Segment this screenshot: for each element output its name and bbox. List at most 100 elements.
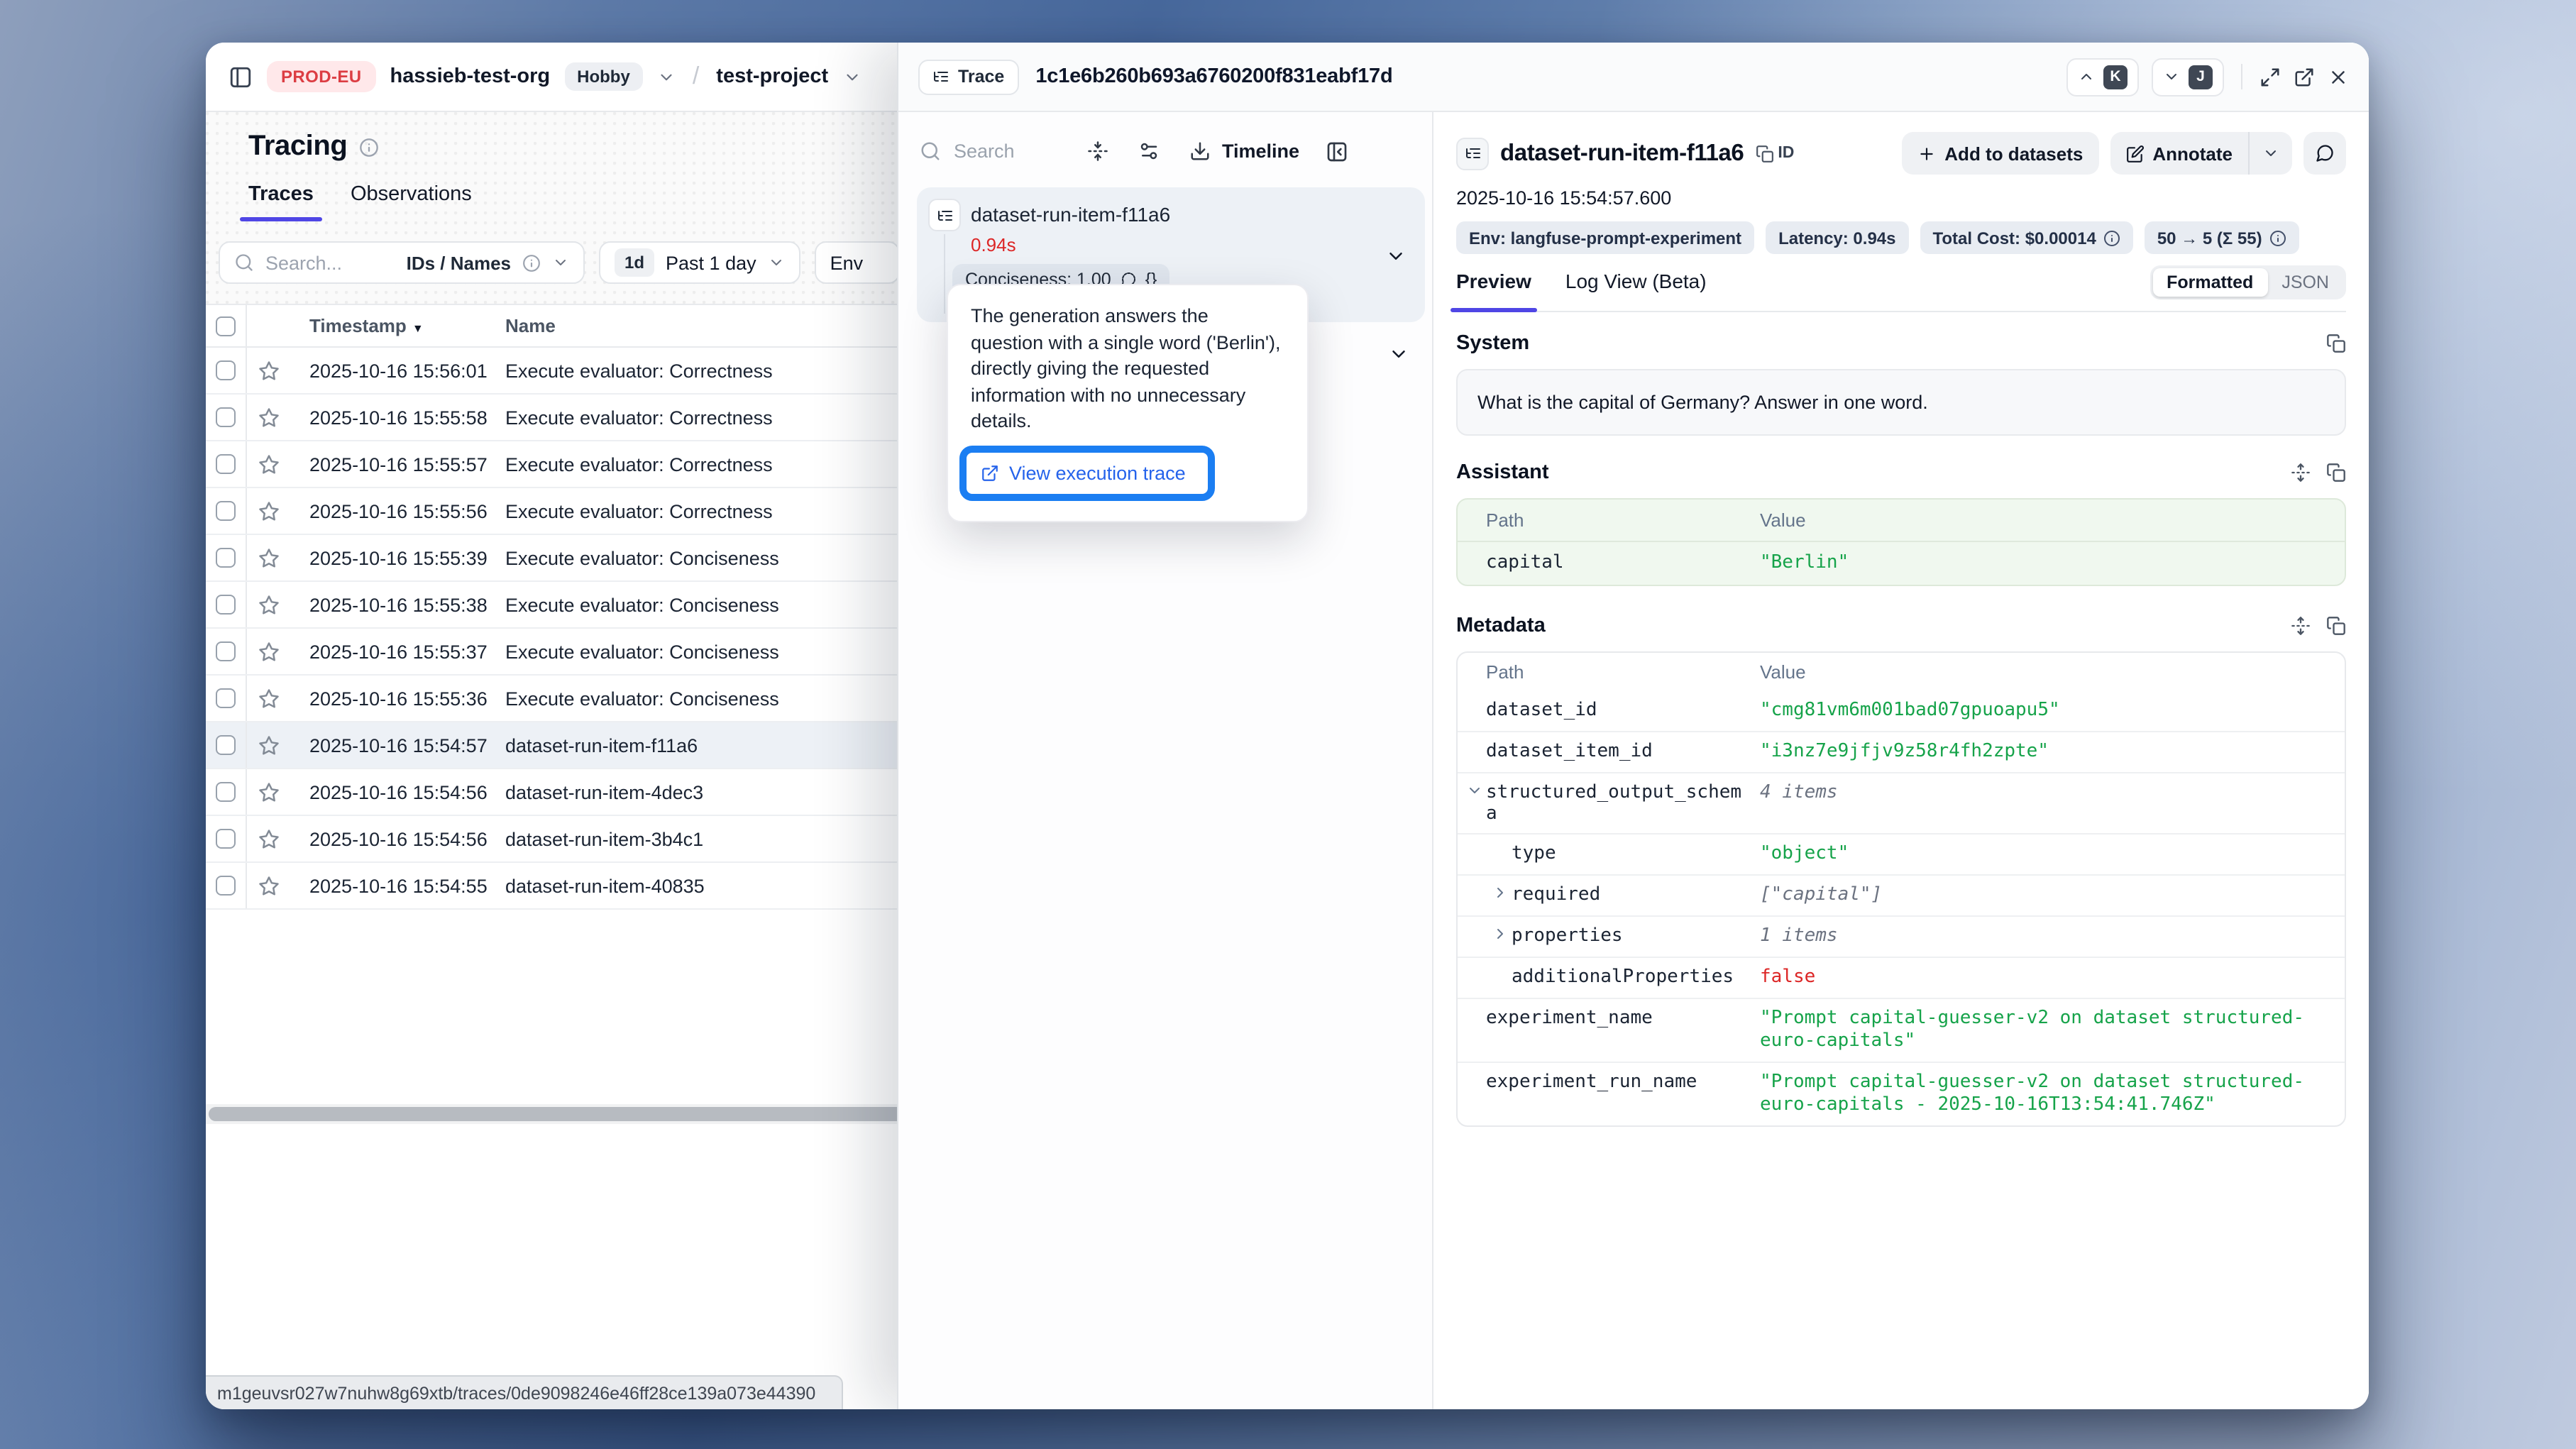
row-checkbox[interactable] xyxy=(206,676,247,721)
search-icon xyxy=(920,141,941,162)
annotate-dropdown-chevron-icon[interactable] xyxy=(2248,132,2292,175)
star-icon xyxy=(258,407,280,428)
expand-node-icon[interactable] xyxy=(1492,884,1512,901)
unfold-vertical-icon[interactable] xyxy=(2291,463,2311,483)
tab-preview[interactable]: Preview xyxy=(1456,270,1531,311)
row-star-button[interactable] xyxy=(247,688,291,709)
tab-log-view[interactable]: Log View (Beta) xyxy=(1565,270,1707,311)
download-icon[interactable] xyxy=(1189,141,1211,162)
row-checkbox[interactable] xyxy=(206,582,247,627)
prev-trace-button[interactable]: K xyxy=(2066,57,2139,96)
org-name[interactable]: hassieb-test-org xyxy=(390,65,551,88)
row-star-button[interactable] xyxy=(247,453,291,475)
row-star-button[interactable] xyxy=(247,828,291,849)
project-name[interactable]: test-project xyxy=(716,65,828,88)
star-icon xyxy=(258,641,280,662)
star-icon xyxy=(258,594,280,615)
collapse-node-icon[interactable] xyxy=(1466,782,1486,799)
row-star-button[interactable] xyxy=(247,734,291,756)
row-star-button[interactable] xyxy=(247,500,291,522)
unfold-vertical-icon[interactable] xyxy=(2291,616,2311,636)
search-icon xyxy=(234,253,254,272)
column-header-timestamp[interactable]: Timestamp▼ xyxy=(291,315,504,336)
sidebar-toggle-icon[interactable] xyxy=(229,65,253,89)
add-to-datasets-button[interactable]: Add to datasets xyxy=(1902,132,2098,175)
chevron-down-icon[interactable] xyxy=(1388,343,1409,365)
timeline-toggle[interactable]: Timeline xyxy=(1222,141,1299,162)
list-tree-icon xyxy=(1456,137,1489,170)
kv-path: properties xyxy=(1458,925,1760,947)
score-comment-tooltip: The generation answers the question with… xyxy=(947,284,1309,522)
detail-title: dataset-run-item-f11a6 xyxy=(1500,140,1744,167)
kv-value: "i3nz7e9jfjv9z58r4fh2zpte" xyxy=(1760,741,2345,764)
star-icon xyxy=(258,781,280,803)
tab-traces[interactable]: Traces xyxy=(248,183,314,217)
org-switcher-chevron-icon[interactable] xyxy=(657,67,676,86)
maximize-icon[interactable] xyxy=(2259,66,2281,87)
copy-id-button[interactable]: ID xyxy=(1755,144,1794,162)
star-icon xyxy=(258,828,280,849)
row-checkbox[interactable] xyxy=(206,441,247,487)
format-option-formatted[interactable]: Formatted xyxy=(2152,268,2267,297)
row-checkbox[interactable] xyxy=(206,769,247,815)
kv-path: required xyxy=(1458,884,1760,905)
copy-icon[interactable] xyxy=(2326,463,2346,483)
copy-icon[interactable] xyxy=(2326,334,2346,353)
drawer-header: Trace 1c1e6b260b693a6760200f831eabf17d K… xyxy=(898,43,2369,112)
close-icon[interactable] xyxy=(2328,66,2349,87)
row-checkbox[interactable] xyxy=(206,535,247,580)
project-switcher-chevron-icon[interactable] xyxy=(842,67,861,86)
detail-timestamp: 2025-10-16 15:54:57.600 xyxy=(1456,187,2346,209)
next-trace-button[interactable]: J xyxy=(2152,57,2224,96)
view-execution-trace-link[interactable]: View execution trace xyxy=(981,463,1186,484)
row-checkbox[interactable] xyxy=(206,395,247,440)
row-timestamp: 2025-10-16 15:55:58 xyxy=(291,407,504,428)
row-star-button[interactable] xyxy=(247,875,291,896)
kv-value: 4 items xyxy=(1760,782,2345,805)
desktop-background: PROD-EU hassieb-test-org Hobby / test-pr… xyxy=(0,0,2576,1449)
annotate-button[interactable]: Annotate xyxy=(2110,132,2248,175)
row-checkbox[interactable] xyxy=(206,816,247,861)
list-tree-icon xyxy=(928,199,961,231)
copy-icon[interactable] xyxy=(2326,616,2346,636)
row-star-button[interactable] xyxy=(247,547,291,568)
row-star-button[interactable] xyxy=(247,594,291,615)
expand-node-icon[interactable] xyxy=(1492,925,1512,942)
row-star-button[interactable] xyxy=(247,781,291,803)
metadata-row: properties1 items xyxy=(1458,915,2345,957)
open-external-icon[interactable] xyxy=(2294,66,2315,87)
assistant-output-table: Path Value capital"Berlin" xyxy=(1456,498,2346,586)
tab-observations[interactable]: Observations xyxy=(351,183,472,217)
star-icon xyxy=(258,688,280,709)
time-range-filter[interactable]: 1d Past 1 day xyxy=(599,241,800,284)
assistant-section-heading: Assistant xyxy=(1456,461,1549,484)
trace-stat-badge: Latency: 0.94s xyxy=(1766,221,1908,254)
row-star-button[interactable] xyxy=(247,407,291,428)
tree-search-input[interactable]: Search xyxy=(920,141,1087,162)
kv-path: additionalProperties xyxy=(1458,966,1760,988)
computer-use-highlight: View execution trace xyxy=(959,446,1216,501)
fold-vertical-icon[interactable] xyxy=(1087,141,1108,162)
score-comment-text: The generation answers the question with… xyxy=(971,304,1284,436)
kv-path: dataset_item_id xyxy=(1458,741,1760,762)
row-checkbox[interactable] xyxy=(206,863,247,908)
settings-sliders-icon[interactable] xyxy=(1138,141,1160,162)
row-star-button[interactable] xyxy=(247,360,291,381)
env-filter[interactable]: Env xyxy=(815,241,900,284)
row-checkbox[interactable] xyxy=(206,722,247,768)
search-input[interactable]: Search... IDs / Names xyxy=(219,241,585,284)
info-icon xyxy=(522,253,541,272)
row-star-button[interactable] xyxy=(247,641,291,662)
trace-type-badge: Trace xyxy=(918,59,1018,94)
select-all-checkbox[interactable] xyxy=(206,305,247,346)
kv-path: structured_output_schema xyxy=(1458,782,1760,825)
panel-collapse-icon[interactable] xyxy=(1325,140,1348,162)
format-option-json[interactable]: JSON xyxy=(2267,268,2343,297)
chevron-down-icon xyxy=(552,254,569,271)
chevron-down-icon[interactable] xyxy=(1385,246,1407,267)
row-checkbox[interactable] xyxy=(206,488,247,534)
search-scope-label[interactable]: IDs / Names xyxy=(407,252,511,273)
row-checkbox[interactable] xyxy=(206,348,247,393)
row-checkbox[interactable] xyxy=(206,629,247,674)
comments-button[interactable] xyxy=(2303,132,2346,175)
